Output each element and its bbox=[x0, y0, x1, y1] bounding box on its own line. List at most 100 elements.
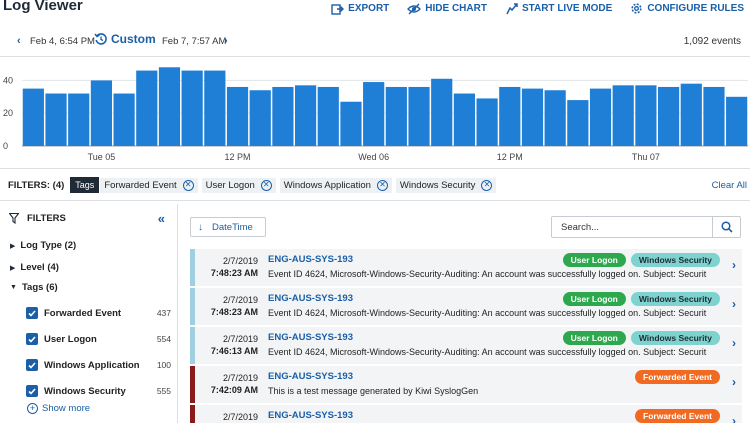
histogram-bar[interactable] bbox=[544, 90, 566, 146]
remove-filter-icon[interactable]: ✕ bbox=[376, 179, 388, 191]
chevron-right-icon[interactable]: › bbox=[732, 336, 736, 350]
row-badges: User Logon Windows Security bbox=[562, 292, 720, 306]
histogram-bar[interactable] bbox=[295, 85, 317, 146]
y-tick-label: 40 bbox=[3, 75, 13, 85]
histogram-bar[interactable] bbox=[476, 98, 498, 146]
checkbox-checked-icon[interactable] bbox=[26, 333, 38, 345]
page-title: Log Viewer bbox=[3, 0, 83, 14]
histogram-bar[interactable] bbox=[181, 70, 203, 146]
histogram-bar[interactable] bbox=[408, 86, 430, 146]
previous-range-icon[interactable]: ‹ bbox=[17, 35, 21, 47]
histogram-bar[interactable] bbox=[22, 88, 44, 146]
histogram-bar[interactable] bbox=[226, 86, 249, 146]
tag-badge: Windows Security bbox=[630, 253, 720, 267]
hide-chart-button[interactable]: HIDE CHART bbox=[407, 2, 487, 15]
row-host-link[interactable]: ENG-AUS-SYS-193 bbox=[268, 332, 353, 343]
row-date: 2/7/2019 bbox=[222, 334, 258, 344]
histogram-bar[interactable] bbox=[45, 93, 67, 146]
histogram-bar[interactable] bbox=[453, 93, 475, 146]
log-row[interactable]: 2/7/2019 7:46:13 AM ENG-AUS-SYS-193 Event I… bbox=[190, 327, 742, 364]
tag-label: Forwarded Event bbox=[44, 307, 122, 319]
caret-down-icon: ▼ bbox=[10, 284, 17, 291]
row-host-link[interactable]: ENG-AUS-SYS-193 bbox=[268, 410, 353, 421]
start-live-mode-button[interactable]: START LIVE MODE bbox=[505, 2, 612, 15]
histogram-bar[interactable] bbox=[204, 70, 226, 146]
histogram-bar[interactable] bbox=[589, 88, 612, 146]
row-host-link[interactable]: ENG-AUS-SYS-193 bbox=[268, 371, 353, 382]
sidebar-group-level[interactable]: ▶ Level (4) bbox=[10, 262, 59, 273]
histogram-bar[interactable] bbox=[658, 86, 680, 146]
histogram-bar[interactable] bbox=[249, 90, 271, 146]
configure-rules-button[interactable]: CONFIGURE RULES bbox=[630, 2, 744, 15]
row-date: 2/7/2019 bbox=[222, 373, 258, 383]
start-live-mode-label: START LIVE MODE bbox=[521, 3, 613, 14]
chevron-right-icon[interactable]: › bbox=[732, 414, 736, 423]
remove-filter-icon[interactable]: ✕ bbox=[481, 179, 493, 191]
histogram-bar[interactable] bbox=[680, 83, 702, 146]
log-row[interactable]: 2/7/2019 7:48:23 AM ENG-AUS-SYS-193 Event I… bbox=[190, 288, 742, 325]
next-range-icon[interactable]: › bbox=[224, 35, 228, 47]
log-row[interactable]: 2/7/2019 7:48:23 AM ENG-AUS-SYS-193 Event I… bbox=[190, 249, 742, 286]
histogram-bar[interactable] bbox=[68, 93, 90, 146]
tag-badge: User Logon bbox=[562, 253, 626, 267]
configure-rules-label: CONFIGURE RULES bbox=[647, 3, 744, 14]
histogram-bar[interactable] bbox=[158, 67, 181, 146]
histogram-bar[interactable] bbox=[612, 85, 634, 146]
histogram-bar[interactable] bbox=[340, 101, 362, 146]
sort-label: DateTime bbox=[212, 221, 253, 233]
search-icon bbox=[720, 221, 733, 233]
group-label: Level (4) bbox=[20, 262, 59, 273]
log-row[interactable]: 2/7/2019 ENG-AUS-SYS-193 Forwarded Event › bbox=[190, 405, 742, 423]
level-indicator bbox=[190, 288, 195, 325]
histogram-bar[interactable] bbox=[431, 78, 453, 146]
live-mode-icon bbox=[506, 2, 518, 14]
sort-datetime-button[interactable]: ↓ DateTime bbox=[190, 217, 266, 237]
custom-range-button[interactable]: Custom bbox=[94, 32, 156, 46]
collapse-sidebar-icon[interactable]: « bbox=[158, 211, 165, 226]
chevron-right-icon[interactable]: › bbox=[732, 375, 736, 389]
sidebar-group-tags[interactable]: ▼ Tags (6) bbox=[10, 282, 58, 293]
row-date: 2/7/2019 bbox=[222, 295, 258, 305]
checkbox-checked-icon[interactable] bbox=[26, 385, 38, 397]
histogram-bar[interactable] bbox=[567, 100, 589, 146]
chevron-right-icon[interactable]: › bbox=[732, 258, 736, 272]
histogram-bar[interactable] bbox=[113, 93, 135, 146]
histogram-bar[interactable] bbox=[136, 70, 158, 146]
remove-filter-icon[interactable]: ✕ bbox=[260, 179, 272, 191]
checkbox-checked-icon[interactable] bbox=[26, 359, 38, 371]
chip-label: Forwarded Event bbox=[104, 179, 177, 191]
checkbox-checked-icon[interactable] bbox=[26, 307, 38, 319]
histogram-bar[interactable] bbox=[363, 82, 385, 146]
histogram-bar[interactable] bbox=[90, 80, 112, 146]
tag-filter-windows-application[interactable]: Windows Application 100 bbox=[26, 357, 174, 373]
histogram-bar[interactable] bbox=[317, 86, 339, 146]
histogram-bar[interactable] bbox=[726, 96, 748, 146]
histogram-bar[interactable] bbox=[272, 86, 294, 146]
histogram-bar[interactable] bbox=[635, 85, 657, 146]
sidebar-title: FILTERS bbox=[27, 213, 66, 224]
histogram-bar[interactable] bbox=[385, 86, 407, 146]
row-date: 2/7/2019 bbox=[222, 412, 258, 422]
funnel-icon bbox=[9, 213, 19, 224]
histogram-bar[interactable] bbox=[521, 88, 544, 146]
chevron-right-icon[interactable]: › bbox=[732, 297, 736, 311]
row-message: Event ID 4624, Microsoft-Windows-Securit… bbox=[268, 347, 707, 357]
show-more-link[interactable]: + Show more bbox=[27, 403, 90, 414]
sidebar-group-log-type[interactable]: ▶ Log Type (2) bbox=[10, 240, 76, 251]
caret-right-icon: ▶ bbox=[10, 242, 16, 250]
row-host-link[interactable]: ENG-AUS-SYS-193 bbox=[268, 293, 353, 304]
histogram-bar[interactable] bbox=[703, 86, 725, 146]
chip-label: Windows Application bbox=[283, 179, 371, 191]
row-host-link[interactable]: ENG-AUS-SYS-193 bbox=[268, 254, 353, 265]
remove-filter-icon[interactable]: ✕ bbox=[182, 179, 194, 191]
divider bbox=[0, 168, 750, 169]
search-button[interactable] bbox=[712, 217, 740, 237]
export-button[interactable]: EXPORT bbox=[331, 2, 389, 15]
log-row[interactable]: 2/7/2019 7:42:09 AM ENG-AUS-SYS-193 This is… bbox=[190, 366, 742, 403]
clear-all-link[interactable]: Clear All bbox=[712, 180, 747, 191]
tag-filter-windows-security[interactable]: Windows Security 555 bbox=[26, 383, 174, 399]
tag-filter-user-logon[interactable]: User Logon 554 bbox=[26, 331, 174, 347]
tag-filter-forwarded-event[interactable]: Forwarded Event 437 bbox=[26, 305, 174, 321]
histogram-bar[interactable] bbox=[499, 86, 521, 146]
search-input[interactable] bbox=[552, 217, 712, 237]
